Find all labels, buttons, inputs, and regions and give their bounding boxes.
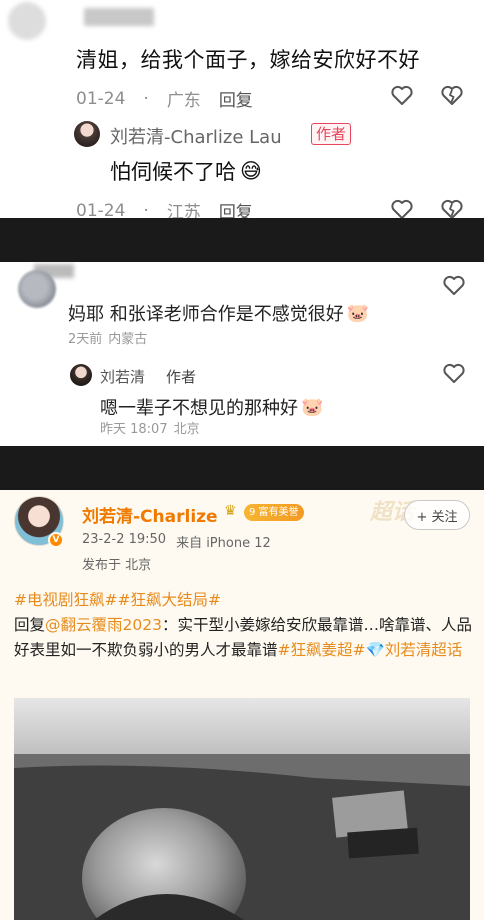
post-location: 发布于 北京 [82, 558, 152, 573]
verified-icon: V [48, 532, 64, 548]
poster-name[interactable]: 刘若清-Charlize [82, 502, 218, 527]
comment-time: 2天前 [68, 332, 103, 347]
hashtag-link[interactable]: #电视剧狂飙##狂飙大结局# [14, 591, 221, 609]
post-device: 来自 iPhone 12 [176, 536, 271, 551]
comment-location: 内蒙古 [108, 332, 148, 347]
post-meta: 23-2-2 19:50 来自 iPhone 12 [82, 532, 271, 551]
comment-meta: 2天前 内蒙古 [68, 328, 147, 347]
reply-location: 北京 [173, 422, 200, 437]
heart-icon[interactable] [442, 362, 466, 384]
reply-meta: 01-24 · 江苏 回复 [76, 198, 253, 219]
grin-sweat-emoji: 😅 [240, 159, 262, 183]
reply-location: 江苏 [166, 203, 201, 218]
level-badge: 9 富有美誉 [244, 504, 304, 521]
heart-icon[interactable] [390, 198, 414, 218]
supertopic-link[interactable]: 💎刘若清超话 [366, 641, 463, 659]
photo-illustration [14, 698, 470, 920]
heart-icon[interactable] [390, 84, 414, 106]
follow-button[interactable]: + 关注 [404, 500, 470, 530]
comment-date: 01-24 [76, 88, 126, 109]
author-badge: 作者 [166, 368, 197, 386]
comment-location: 广东 [166, 91, 201, 111]
comment-text: 清姐，给我个面子，嫁给安欣好不好 [76, 48, 420, 72]
reply-text: 怕伺候不了哈 😅 [110, 159, 262, 184]
reply-button[interactable]: 回复 [219, 86, 253, 111]
blurred-avatar [8, 2, 46, 40]
mention-link[interactable]: @翻云覆雨2023 [45, 616, 162, 634]
broken-heart-icon[interactable] [440, 198, 464, 218]
comment-panel-2: 妈耶 和张译老师合作是不感觉很好 🐷 2天前 内蒙古 刘若清 作者 嗯一辈子不想… [0, 262, 484, 446]
crown-icon: ♛ [224, 503, 237, 519]
author-name[interactable]: 刘若清-Charlize Lau [110, 123, 282, 149]
post-time: 23-2-2 19:50 [82, 532, 167, 547]
hashtag-link[interactable]: #狂飙姜超# [278, 641, 366, 659]
reply-button[interactable]: 回复 [219, 198, 253, 218]
reply-text: 嗯一辈子不想见的那种好 🐷 [100, 396, 324, 420]
reply-meta: 昨天 18:07 北京 [100, 418, 200, 437]
blurred-avatar [18, 270, 56, 308]
reply-date: 01-24 [76, 200, 126, 219]
pig-emoji: 🐷 [301, 396, 324, 418]
author-badge: 作者 [311, 123, 352, 145]
post-body: #电视剧狂飙##狂飙大结局# 回复@翻云覆雨2023：实干型小姜嫁给安欣最靠谱…… [14, 591, 472, 659]
author-avatar[interactable] [70, 364, 92, 386]
blurred-username [84, 8, 154, 26]
comment-panel-1: 清姐，给我个面子，嫁给安欣好不好 01-24 · 广东 回复 刘若清-Charl… [0, 0, 484, 218]
weibo-post-panel: 超话 V 刘若清-Charlize ♛ 9 富有美誉 + 关注 23-2-2 1… [0, 490, 484, 920]
heart-icon[interactable] [442, 274, 466, 296]
broken-heart-icon[interactable] [440, 84, 464, 106]
post-image[interactable] [14, 698, 470, 920]
comment-meta: 01-24 · 广东 回复 [76, 86, 253, 112]
pig-emoji: 🐷 [346, 302, 370, 324]
reply-time: 昨天 18:07 [100, 422, 168, 437]
author-avatar[interactable] [74, 121, 100, 147]
comment-text: 妈耶 和张译老师合作是不感觉很好 🐷 [68, 302, 370, 326]
author-name[interactable]: 刘若清 [100, 366, 145, 387]
